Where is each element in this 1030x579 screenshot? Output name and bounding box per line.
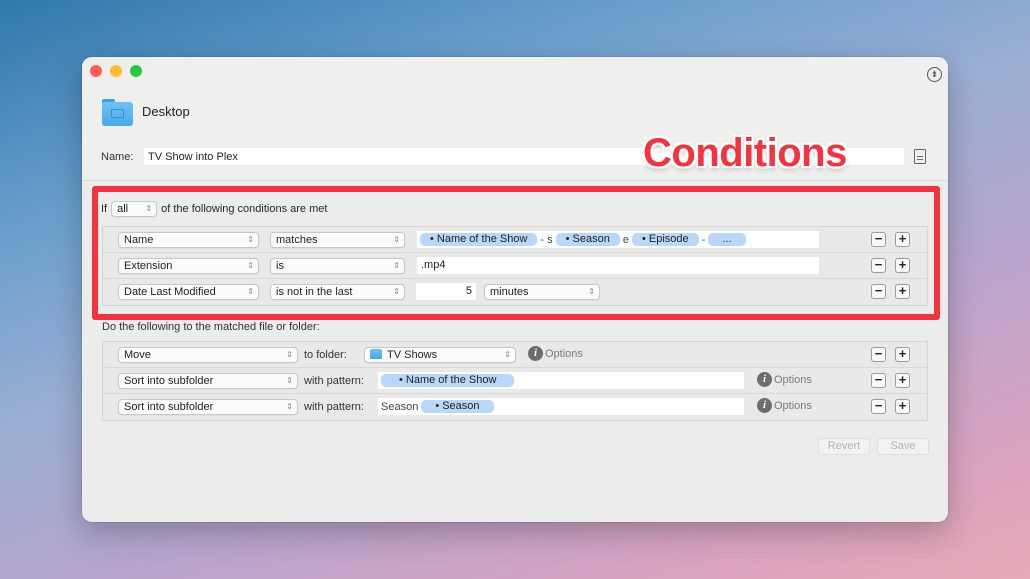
rule-editor-window: ⇟ Desktop Name: If all⇕ of the following… <box>82 57 948 522</box>
pattern-text: e <box>622 233 629 246</box>
chevron-updown-icon: ⇕ <box>588 287 595 296</box>
zoom-window-button[interactable] <box>130 65 142 77</box>
info-icon: i <box>528 346 543 361</box>
attribute-select[interactable]: Name ⇕ <box>118 232 259 248</box>
chevron-updown-icon: ⇕ <box>286 350 293 359</box>
pattern-text: - <box>701 233 706 246</box>
subfolder-pattern-field[interactable]: • Name of the Show <box>378 372 744 389</box>
add-action-button[interactable]: + <box>895 373 910 388</box>
subfolder-pattern-field[interactable]: Season • Season <box>378 398 744 415</box>
pattern-text: Season <box>381 400 419 413</box>
match-mode-line: If all ⇕ of the following conditions are … <box>101 201 327 217</box>
add-condition-button[interactable]: + <box>895 258 910 273</box>
chevron-updown-icon: ⇕ <box>286 376 293 385</box>
options-button[interactable]: i Options <box>757 372 812 387</box>
connector-label: with pattern: <box>304 401 364 413</box>
name-label: Name: <box>101 151 134 163</box>
chevron-updown-icon: ⇕ <box>145 204 153 213</box>
amount-field[interactable]: 5 <box>416 283 476 300</box>
operator-select[interactable]: matches ⇕ <box>270 232 405 248</box>
token-episode[interactable]: • Episode <box>631 233 699 246</box>
folder-select[interactable]: TV Shows ⇕ <box>364 347 516 363</box>
attribute-select[interactable]: Date Last Modified ⇕ <box>118 284 259 300</box>
remove-action-button[interactable]: − <box>871 373 886 388</box>
extension-value-field[interactable]: .mp4 <box>417 257 819 274</box>
add-action-button[interactable]: + <box>895 347 910 362</box>
match-mode-select[interactable]: all ⇕ <box>111 201 158 217</box>
minimize-window-button[interactable] <box>110 65 122 77</box>
options-button[interactable]: i Options <box>528 346 583 361</box>
condition-row: Name ⇕ matches ⇕ • Name of the Show - s • … <box>103 227 927 253</box>
add-condition-button[interactable]: + <box>895 284 910 299</box>
pin-icon[interactable]: ⇟ <box>927 67 942 82</box>
chevron-updown-icon: ⇕ <box>286 402 293 411</box>
chevron-updown-icon: ⇕ <box>393 287 400 296</box>
actions-label: Do the following to the matched file or … <box>102 321 320 333</box>
action-select[interactable]: Sort into subfolder ⇕ <box>118 373 298 389</box>
folder-icon <box>102 99 133 126</box>
if-suffix-label: of the following conditions are met <box>161 203 328 215</box>
conditions-annotation-label: Conditions <box>643 131 847 175</box>
remove-condition-button[interactable]: − <box>871 232 886 247</box>
action-row: Move ⇕ to folder: TV Shows ⇕ i Options − + <box>103 342 927 368</box>
save-button[interactable]: Save <box>877 438 929 455</box>
operator-select[interactable]: is not in the last ⇕ <box>270 284 405 300</box>
chevron-updown-icon: ⇕ <box>393 261 400 270</box>
folder-icon <box>370 349 382 359</box>
connector-label: to folder: <box>304 349 347 361</box>
action-select[interactable]: Move ⇕ <box>118 347 298 363</box>
chevron-updown-icon: ⇕ <box>393 235 400 244</box>
chevron-updown-icon: ⇕ <box>247 235 254 244</box>
if-label: If <box>101 203 108 215</box>
pattern-text: - s <box>540 233 553 246</box>
action-row: Sort into subfolder ⇕ with pattern: Seaso… <box>103 394 927 420</box>
remove-condition-button[interactable]: − <box>871 258 886 273</box>
token-name-of-show[interactable]: • Name of the Show <box>420 233 538 246</box>
token-season[interactable]: • Season <box>555 233 620 246</box>
token-more[interactable]: ... <box>708 233 746 246</box>
options-button[interactable]: i Options <box>757 398 812 413</box>
remove-action-button[interactable]: − <box>871 347 886 362</box>
info-icon: i <box>757 398 772 413</box>
token-name-of-show[interactable]: • Name of the Show <box>381 374 515 387</box>
location-label: Desktop <box>142 104 190 119</box>
connector-label: with pattern: <box>304 375 364 387</box>
close-window-button[interactable] <box>90 65 102 77</box>
conditions-group: Name ⇕ matches ⇕ • Name of the Show - s • … <box>102 226 928 306</box>
actions-group: Move ⇕ to folder: TV Shows ⇕ i Options − +… <box>102 341 928 421</box>
chevron-updown-icon: ⇕ <box>504 350 511 359</box>
document-icon[interactable] <box>914 149 926 164</box>
chevron-updown-icon: ⇕ <box>247 287 254 296</box>
attribute-select[interactable]: Extension ⇕ <box>118 258 259 274</box>
pattern-token-field[interactable]: • Name of the Show - s • Season e • Epis… <box>417 231 819 248</box>
revert-button[interactable]: Revert <box>818 438 870 455</box>
remove-condition-button[interactable]: − <box>871 284 886 299</box>
action-select[interactable]: Sort into subfolder ⇕ <box>118 399 298 415</box>
remove-action-button[interactable]: − <box>871 399 886 414</box>
add-condition-button[interactable]: + <box>895 232 910 247</box>
token-season[interactable]: • Season <box>421 400 494 413</box>
add-action-button[interactable]: + <box>895 399 910 414</box>
condition-row: Date Last Modified ⇕ is not in the last ⇕ … <box>103 279 927 305</box>
info-icon: i <box>757 372 772 387</box>
condition-row: Extension ⇕ is ⇕ .mp4 − + <box>103 253 927 279</box>
chevron-updown-icon: ⇕ <box>247 261 254 270</box>
action-row: Sort into subfolder ⇕ with pattern: • Nam… <box>103 368 927 394</box>
unit-select[interactable]: minutes ⇕ <box>484 284 600 300</box>
operator-select[interactable]: is ⇕ <box>270 258 405 274</box>
